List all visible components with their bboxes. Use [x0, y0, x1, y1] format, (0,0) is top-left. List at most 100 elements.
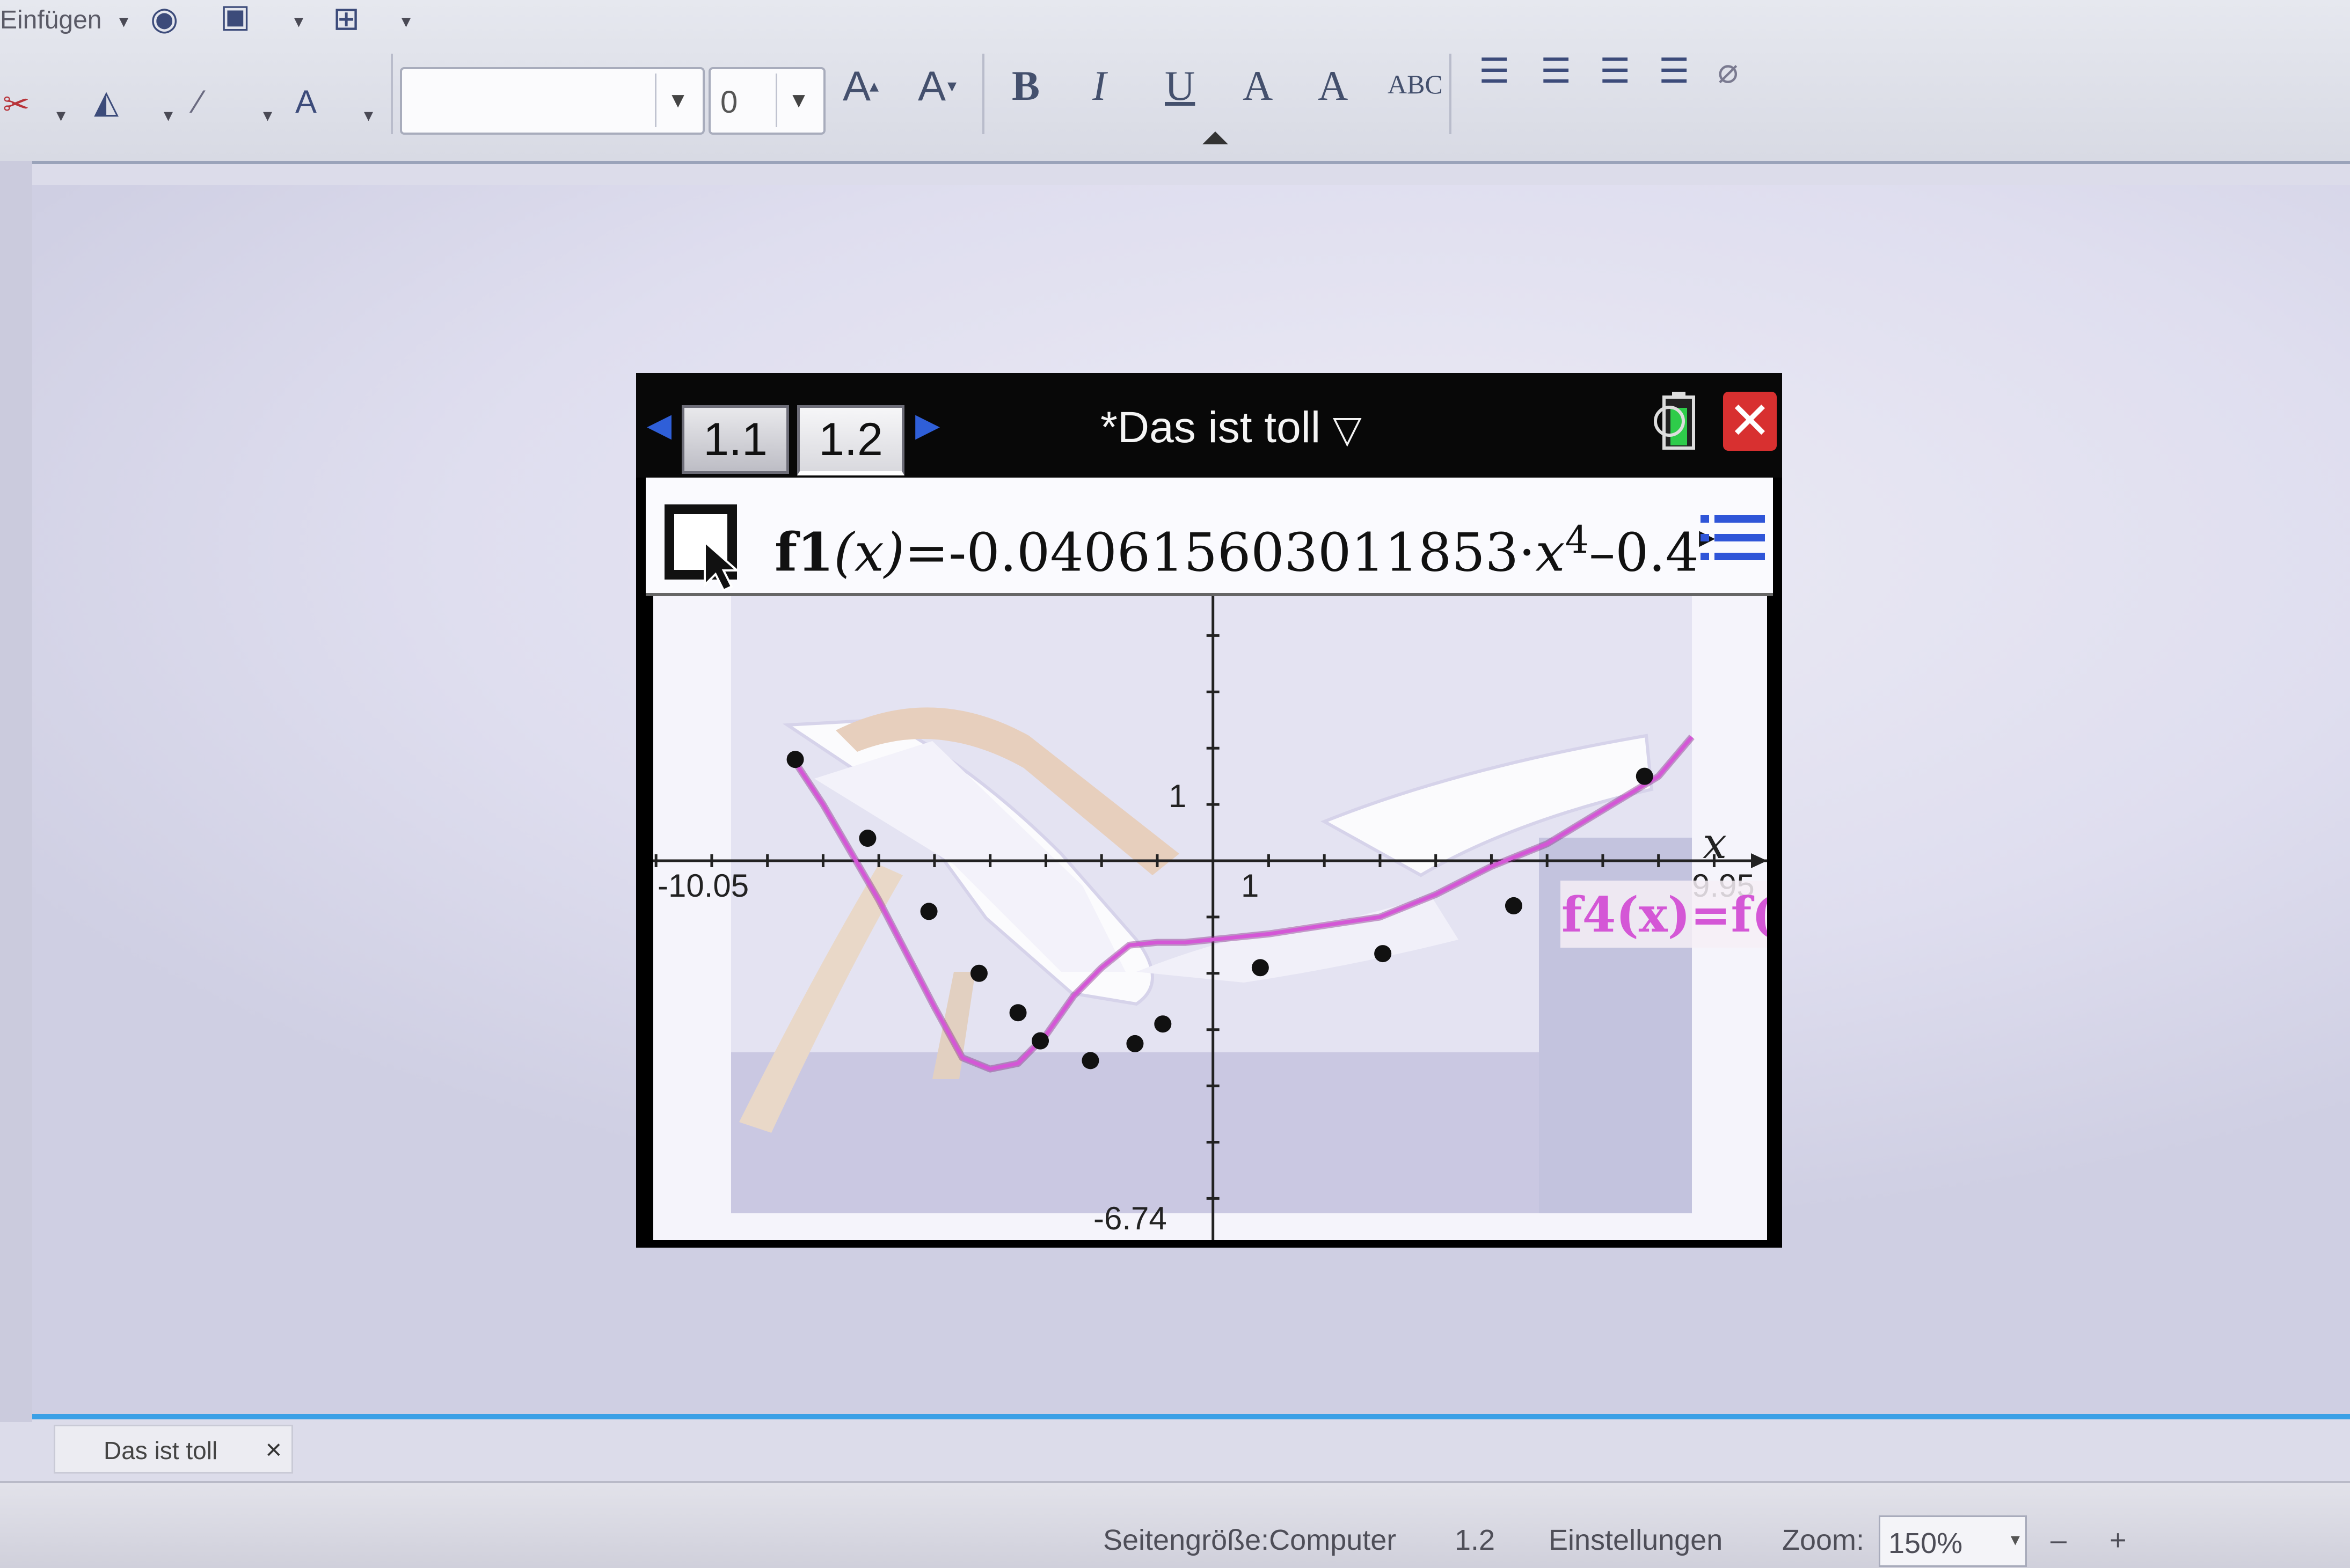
chair-photo	[731, 596, 1692, 1213]
text-color-dropdown-icon[interactable]: ▾	[364, 105, 373, 126]
chevron-down-icon[interactable]: ▼	[776, 74, 820, 127]
function-var: x	[1535, 522, 1565, 584]
menu-list-icon[interactable]	[1701, 512, 1765, 563]
data-point	[859, 830, 877, 847]
function-body: =-0.040615603011853·	[904, 522, 1536, 584]
problem-title[interactable]: *Das ist toll ▽	[1100, 402, 1362, 453]
data-point	[1636, 767, 1653, 785]
shrink-font-button[interactable]: A	[918, 62, 946, 111]
problem-title-text: *Das ist toll	[1100, 403, 1321, 452]
chevron-down-icon[interactable]: ▽	[1333, 408, 1362, 450]
divider	[391, 54, 393, 134]
justify-icon[interactable]: ☰	[1659, 54, 1689, 88]
document-tab[interactable]: Das ist toll ×	[54, 1425, 293, 1474]
tab-1-2[interactable]: 1.2	[797, 405, 904, 475]
data-point	[1032, 1032, 1049, 1050]
close-icon[interactable]: ×	[266, 1434, 282, 1466]
underline-button[interactable]: U	[1165, 62, 1195, 110]
x-axis-arrow-icon	[1751, 853, 1767, 869]
handheld-screen: ◀ 1.1 1.2 ▶ *Das ist toll ▽ ✕ f1(x)=-0.0…	[636, 373, 1782, 1248]
line-color-icon[interactable]: ⁄	[196, 86, 201, 118]
clear-format-icon[interactable]: ⌀	[1718, 54, 1739, 88]
data-point	[1154, 1015, 1172, 1033]
close-icon[interactable]: ✕	[1723, 392, 1777, 451]
font-size-select[interactable]: 0 ▼	[709, 67, 826, 135]
data-point	[970, 964, 988, 982]
x-axis-variable: x	[1703, 818, 1727, 868]
tab-label: 1.1	[703, 413, 768, 465]
function-exponent: 4	[1565, 518, 1589, 562]
strikethrough-button[interactable]: ABC	[1388, 69, 1443, 100]
data-point	[1082, 1052, 1099, 1069]
prev-page-icon[interactable]: ◀	[647, 406, 672, 444]
divider	[982, 54, 984, 134]
graph-area[interactable]: -10.05 9.95 -6.74 1 1 x f4(x)=f(x)	[653, 596, 1767, 1240]
line-dropdown-icon[interactable]: ▾	[263, 105, 272, 126]
font-size-value: 0	[720, 85, 738, 120]
grow-font-button[interactable]: A	[843, 62, 871, 111]
divider	[1449, 54, 1451, 134]
page-number: 1.2	[1455, 1524, 1495, 1556]
y-min-label: -6.74	[1093, 1200, 1167, 1236]
formatting-toolbar: Einfügen ▾ ◉ ▣ ▾ ⊞ ▾ ✂ ▾ ◭ ▾ ⁄ ▾ A ▾ ▼ 0…	[0, 0, 2350, 164]
status-bar: Seitengröße:Computer 1.2 Einstellungen Z…	[0, 1481, 2350, 1568]
x-one-label: 1	[1241, 868, 1259, 904]
data-point	[786, 751, 804, 768]
zoom-label: Zoom:	[1782, 1524, 1865, 1556]
settings-button[interactable]: Einstellungen	[1549, 1523, 1723, 1557]
zoom-out-button[interactable]: –	[2050, 1523, 2067, 1557]
image-dropdown-icon[interactable]: ▾	[294, 11, 303, 32]
function-name: f1	[775, 522, 834, 584]
function-args: (x)	[834, 522, 905, 584]
left-rail	[0, 161, 32, 1422]
cut-dropdown-icon[interactable]: ▾	[56, 105, 65, 126]
zoom-select[interactable]: 150% ▾	[1879, 1515, 2027, 1567]
data-point	[1374, 945, 1392, 963]
tab-1-1[interactable]: 1.1	[682, 405, 789, 474]
function-tail: –0.4	[1589, 522, 1699, 584]
function-label[interactable]: f4(x)=f(x)	[1561, 886, 1767, 943]
battery-icon	[1654, 392, 1695, 450]
next-page-icon[interactable]: ▶	[915, 406, 940, 444]
data-point	[1251, 959, 1269, 977]
table-dropdown-icon[interactable]: ▾	[402, 11, 411, 32]
function-entry-line[interactable]: f1(x)=-0.040615603011853·x4–0.4▸	[646, 478, 1773, 596]
insert-menu[interactable]: Einfügen	[0, 5, 102, 35]
table-icon[interactable]: ⊞	[333, 3, 360, 35]
chevron-down-icon[interactable]: ▼	[655, 74, 699, 127]
x-min-label: -10.05	[658, 868, 749, 904]
bold-button[interactable]: B	[1012, 62, 1040, 110]
subscript-button[interactable]: A	[1318, 62, 1348, 110]
y-one-label: 1	[1169, 778, 1186, 814]
font-name-select[interactable]: ▼	[400, 67, 705, 135]
data-point	[1126, 1035, 1144, 1052]
document-tab-label: Das ist toll	[104, 1437, 218, 1464]
text-color-icon[interactable]: A	[295, 86, 317, 118]
superscript-button[interactable]: A	[1243, 62, 1273, 110]
zoom-in-button[interactable]: +	[2110, 1523, 2127, 1557]
mouse-cursor-icon	[704, 539, 740, 592]
insert-toolbar-row: Einfügen ▾ ◉ ▣ ▾ ⊞ ▾	[0, 0, 2350, 48]
fill-dropdown-icon[interactable]: ▾	[164, 105, 173, 126]
data-point	[1009, 1004, 1027, 1022]
zoom-value: 150%	[1888, 1527, 1963, 1559]
tab-label: 1.2	[819, 413, 883, 465]
insert-dropdown-icon[interactable]: ▾	[119, 11, 128, 32]
italic-button[interactable]: I	[1092, 62, 1106, 110]
image-icon[interactable]: ▣	[220, 0, 251, 32]
function-formula[interactable]: f1(x)=-0.040615603011853·x4–0.4▸	[775, 518, 1715, 584]
align-left-icon[interactable]: ☰	[1479, 54, 1509, 88]
data-point	[920, 903, 938, 920]
align-right-icon[interactable]: ☰	[1600, 54, 1630, 88]
page-size-label[interactable]: Seitengröße:Computer	[1103, 1523, 1396, 1557]
collapse-toolbar-icon[interactable]	[1202, 131, 1228, 144]
grow-arrow-icon: ▴	[870, 76, 879, 96]
graph-canvas[interactable]: -10.05 9.95 -6.74 1 1 x f4(x)=f(x)	[653, 596, 1767, 1240]
fill-color-icon[interactable]: ◭	[94, 86, 119, 118]
chevron-down-icon[interactable]: ▾	[2011, 1529, 2020, 1550]
cut-icon[interactable]: ✂	[3, 89, 30, 121]
align-center-icon[interactable]: ☰	[1541, 54, 1571, 88]
shrink-arrow-icon: ▾	[947, 76, 957, 96]
page-tab-bar: ◀ 1.1 1.2 ▶ *Das ist toll ▽ ✕	[636, 373, 1782, 478]
math-box-icon[interactable]: ◉	[150, 3, 178, 35]
